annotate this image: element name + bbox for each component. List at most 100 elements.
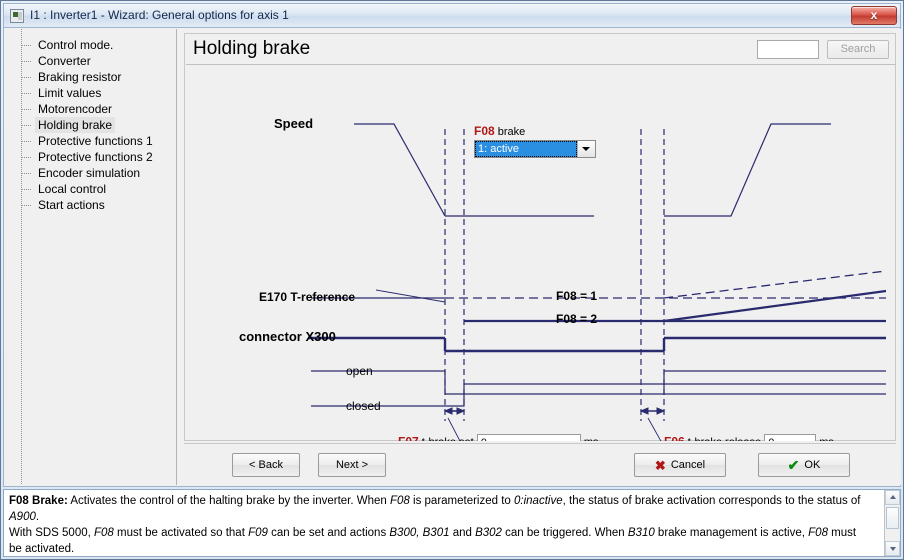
sidebar-item-label: Protective functions 2 bbox=[38, 150, 153, 164]
scrollbar-thumb[interactable] bbox=[886, 507, 899, 529]
f07-field-group: F07 t-brake set ms bbox=[398, 434, 599, 441]
f08-selected-value: 1: active bbox=[475, 141, 577, 157]
content-panel: Holding brake Search Speed E170 T-refere… bbox=[178, 29, 901, 485]
help-2g: and bbox=[449, 527, 476, 539]
help-1e: , the status of brake activation corresp… bbox=[562, 495, 861, 507]
f06-field-group: F06 t-brake release ms bbox=[664, 434, 834, 441]
window-icon bbox=[10, 9, 24, 23]
sidebar-item-label: Limit values bbox=[38, 86, 102, 100]
connector-x300-label: connector X300 bbox=[239, 329, 336, 344]
sidebar-item-label: Protective functions 1 bbox=[38, 134, 153, 148]
button-bar-divider bbox=[184, 443, 896, 444]
speed-label: Speed bbox=[274, 116, 314, 131]
sidebar-item-label: Braking resistor bbox=[38, 70, 122, 84]
client-area: Control mode. Converter Braking resistor Li… bbox=[3, 27, 901, 487]
help-2i: can be triggered. When bbox=[501, 527, 628, 539]
sidebar-item-label: Encoder simulation bbox=[38, 166, 141, 180]
scroll-down-icon[interactable] bbox=[885, 541, 900, 556]
help-2e: can be set and actions bbox=[267, 527, 390, 539]
f06-unit: ms bbox=[819, 436, 834, 441]
holding-brake-groupbox: Holding brake Search Speed E170 T-refere… bbox=[184, 33, 896, 441]
f06-value-input[interactable] bbox=[764, 434, 817, 441]
wizard-button-bar: < Back Next > ✖ Cancel ✔ OK bbox=[178, 443, 901, 485]
search-button[interactable]: Search bbox=[827, 40, 889, 59]
sidebar-item-protective-functions-1[interactable]: Protective functions 1 bbox=[5, 133, 176, 149]
help-1c: is parameterized to bbox=[409, 495, 515, 507]
cancel-button-label: Cancel bbox=[670, 459, 706, 471]
help-lead: F08 Brake: bbox=[9, 495, 68, 507]
f08-1-dashed-rise bbox=[663, 270, 887, 299]
sidebar-item-converter[interactable]: Converter bbox=[5, 53, 176, 69]
help-1b: F08 bbox=[390, 495, 410, 507]
sidebar-item-label: Motorencoder bbox=[38, 102, 113, 116]
help-2f: B300, B301 bbox=[389, 527, 450, 539]
next-button[interactable]: Next > bbox=[318, 453, 386, 477]
f08-eq-1-label: F08 = 1 bbox=[556, 289, 598, 303]
f08-brake-control: F08 brake 1: active bbox=[474, 124, 596, 158]
sidebar-item-encoder-simulation[interactable]: Encoder simulation bbox=[5, 165, 176, 181]
sidebar-item-label: Control mode. bbox=[38, 38, 114, 52]
sidebar-item-local-control[interactable]: Local control bbox=[5, 181, 176, 197]
f08-2-rise bbox=[663, 289, 887, 323]
help-2b: F08 bbox=[94, 527, 114, 539]
f07-param-name: t-brake set bbox=[422, 436, 474, 441]
sidebar-item-label: Local control bbox=[38, 182, 107, 196]
interval-arrows bbox=[443, 407, 666, 415]
e170-leader bbox=[375, 289, 446, 303]
help-2k: brake management is active, bbox=[654, 527, 809, 539]
close-icon: x bbox=[870, 8, 878, 22]
help-scrollbar[interactable] bbox=[884, 490, 900, 556]
sidebar-item-label: Holding brake bbox=[35, 117, 116, 133]
speed-curve-left bbox=[354, 123, 446, 217]
f08-brake-select[interactable]: 1: active bbox=[474, 140, 596, 158]
help-2l: F08 bbox=[808, 527, 828, 539]
help-2j: B310 bbox=[627, 527, 655, 539]
page-title: Holding brake bbox=[193, 38, 311, 59]
e170-label: E170 T-reference bbox=[259, 290, 356, 304]
f07-unit: ms bbox=[584, 436, 599, 441]
speed-curve-right bbox=[664, 123, 831, 217]
back-button-label: < Back bbox=[249, 459, 283, 471]
f08-param-code: F08 bbox=[474, 124, 495, 138]
sidebar-item-braking-resistor[interactable]: Braking resistor bbox=[5, 69, 176, 85]
help-2a: With SDS 5000, bbox=[9, 527, 95, 539]
help-1g: . bbox=[35, 511, 40, 523]
f08-param-name: brake bbox=[497, 126, 526, 138]
search-input[interactable] bbox=[757, 40, 819, 59]
wizard-window: I1 : Inverter1 - Wizard: General options… bbox=[0, 0, 904, 560]
cross-icon: ✖ bbox=[654, 457, 666, 473]
help-1a: Activates the control of the halting bra… bbox=[67, 495, 390, 507]
ok-button-label: OK bbox=[804, 459, 821, 471]
sidebar-item-motorencoder[interactable]: Motorencoder bbox=[5, 101, 176, 117]
f07-param-code: F07 bbox=[398, 434, 419, 441]
sidebar-item-protective-functions-2[interactable]: Protective functions 2 bbox=[5, 149, 176, 165]
help-1f: A900 bbox=[9, 511, 36, 523]
help-2c: must be activated so that bbox=[113, 527, 249, 539]
cancel-button[interactable]: ✖ Cancel bbox=[634, 453, 726, 477]
sidebar-item-start-actions[interactable]: Start actions bbox=[5, 197, 176, 213]
sidebar-item-control-mode[interactable]: Control mode. bbox=[5, 37, 176, 53]
sidebar-item-limit-values[interactable]: Limit values bbox=[5, 85, 176, 101]
help-text: F08 Brake: Activates the control of the … bbox=[9, 493, 871, 556]
sidebar-item-holding-brake[interactable]: Holding brake bbox=[5, 117, 176, 133]
scroll-up-icon[interactable] bbox=[885, 490, 900, 505]
back-button[interactable]: < Back bbox=[232, 453, 300, 477]
help-panel: F08 Brake: Activates the control of the … bbox=[3, 489, 901, 557]
ok-button[interactable]: ✔ OK bbox=[758, 453, 850, 477]
spacer-b bbox=[641, 384, 886, 406]
title-divider bbox=[186, 64, 896, 65]
open-label: open bbox=[346, 364, 373, 378]
navigation-tree[interactable]: Control mode. Converter Braking resistor Li… bbox=[5, 29, 177, 485]
help-1d: 0:inactive bbox=[514, 495, 563, 507]
f06-leader bbox=[647, 417, 662, 441]
sidebar-item-label: Start actions bbox=[38, 198, 105, 212]
f07-value-input[interactable] bbox=[476, 434, 581, 441]
window-title: I1 : Inverter1 - Wizard: General options… bbox=[30, 8, 289, 22]
timing-diagram: Speed E170 T-reference connector X300 op… bbox=[186, 66, 896, 441]
help-2d: F09 bbox=[248, 527, 268, 539]
close-button[interactable]: x bbox=[851, 6, 897, 25]
next-button-label: Next > bbox=[335, 459, 369, 471]
f08-eq-2-label: F08 = 2 bbox=[556, 312, 598, 326]
sidebar-item-label: Converter bbox=[38, 54, 91, 68]
chevron-down-icon[interactable] bbox=[577, 141, 595, 157]
